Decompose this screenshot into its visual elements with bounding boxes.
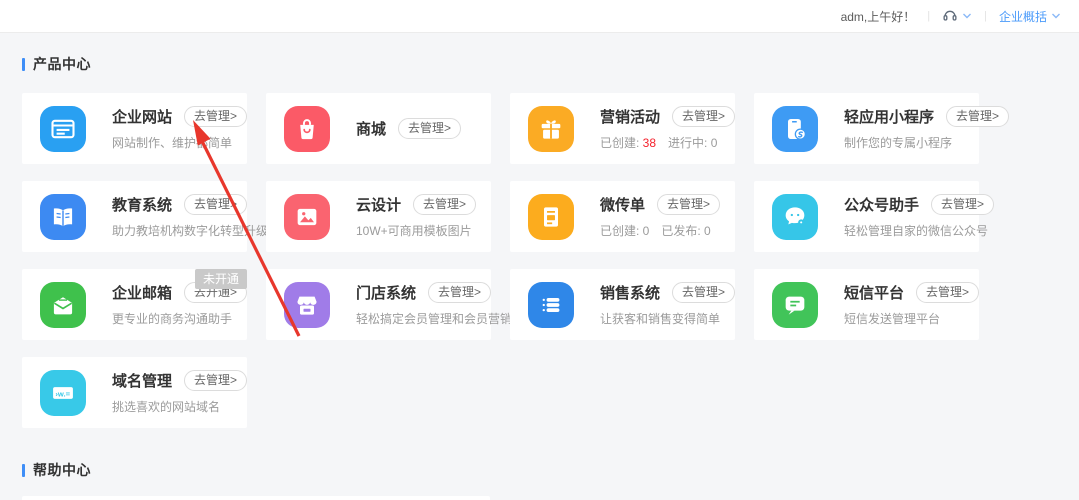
manage-button-miniapp[interactable]: 去管理>	[946, 106, 1009, 127]
product-title: 营销活动	[600, 106, 660, 127]
flyer-icon	[528, 194, 574, 240]
products-section-header: 产品中心	[22, 55, 1057, 73]
product-title: 企业网站	[112, 106, 172, 127]
product-title: 企业邮箱	[112, 282, 172, 303]
list-icon	[528, 282, 574, 328]
product-card-mail[interactable]: 企业邮箱去开通>更专业的商务沟通助手未开通	[22, 269, 247, 340]
chevron-down-icon	[1051, 9, 1061, 23]
product-description: 挑选喜欢的网站域名	[112, 398, 247, 415]
products-section-title: 产品中心	[33, 54, 91, 74]
browser-icon	[40, 106, 86, 152]
product-description: 网站制作、维护都简单	[112, 134, 247, 151]
customer-service-menu[interactable]	[942, 7, 972, 26]
product-title: 门店系统	[356, 282, 416, 303]
chevron-down-icon	[962, 9, 972, 23]
shopping-bag-icon	[284, 106, 330, 152]
manage-button-design[interactable]: 去管理>	[413, 194, 476, 215]
product-description: 短信发送管理平台	[844, 310, 979, 327]
manage-button-wechat[interactable]: 去管理>	[931, 194, 994, 215]
product-title: 教育系统	[112, 194, 172, 215]
image-icon	[284, 194, 330, 240]
product-description: 已创建: 38 进行中: 0	[600, 134, 735, 151]
section-accent-bar	[22, 58, 25, 71]
product-title: 短信平台	[844, 282, 904, 303]
product-card-website[interactable]: 企业网站去管理> 网站制作、维护都简单	[22, 93, 247, 164]
help-section-header: 帮助中心	[22, 461, 1057, 479]
main-content: 产品中心 企业网站去管理>网站制作、维护都简单商城去管理>营销活动去管理>已创建…	[0, 55, 1079, 500]
envelope-icon	[40, 282, 86, 328]
product-card-store[interactable]: 门店系统去管理> 轻松搞定会员管理和会员营销	[266, 269, 491, 340]
product-title: 云设计	[356, 194, 401, 215]
product-title: 微传单	[600, 194, 645, 215]
message-icon	[772, 282, 818, 328]
manage-button-sms[interactable]: 去管理>	[916, 282, 979, 303]
stat-value: 38	[643, 136, 656, 150]
help-section-title: 帮助中心	[33, 460, 91, 480]
product-description: 让获客和销售变得简单	[600, 310, 735, 327]
domain-icon: ›w.=	[40, 370, 86, 416]
manage-button-website[interactable]: 去管理>	[184, 106, 247, 127]
manage-button-marketing[interactable]: 去管理>	[672, 106, 735, 127]
divider: |	[984, 10, 987, 22]
product-description: 10W+可商用模板图片	[356, 222, 476, 239]
account-overview-menu[interactable]: 企业概括	[999, 8, 1061, 25]
manage-button-store[interactable]: 去管理>	[428, 282, 491, 303]
product-card-miniapp[interactable]: 轻应用小程序去管理>制作您的专属小程序	[754, 93, 979, 164]
product-card-domain[interactable]: ›w.= 域名管理去管理> 挑选喜欢的网站域名	[22, 357, 247, 428]
product-description: 制作您的专属小程序	[844, 134, 979, 151]
manage-button-education[interactable]: 去管理>	[184, 194, 247, 215]
product-description: 已创建: 0 已发布: 0	[600, 222, 720, 239]
user-greeting: adm,上午好！	[841, 8, 916, 25]
product-grid: 企业网站去管理>网站制作、维护都简单商城去管理>营销活动去管理>已创建: 38 …	[22, 93, 1057, 428]
product-description: 助力教培机构数字化转型升级	[112, 222, 247, 239]
product-title: 域名管理	[112, 370, 172, 391]
product-card-sales[interactable]: 销售系统去管理> 让获客和销售变得简单	[510, 269, 735, 340]
product-description: 轻松管理自家的微信公众号	[844, 222, 979, 239]
product-card-mall[interactable]: 商城去管理>	[266, 93, 491, 164]
gift-icon	[528, 106, 574, 152]
not-activated-badge: 未开通	[195, 269, 247, 289]
product-title: 商城	[356, 118, 386, 139]
divider: |	[927, 10, 930, 22]
manage-button-domain[interactable]: 去管理>	[184, 370, 247, 391]
product-title: 轻应用小程序	[844, 106, 934, 127]
storefront-icon	[284, 282, 330, 328]
product-card-design[interactable]: 云设计去管理> 10W+可商用模板图片	[266, 181, 491, 252]
manage-button-flyer[interactable]: 去管理>	[657, 194, 720, 215]
product-title: 销售系统	[600, 282, 660, 303]
product-description: 更专业的商务沟通助手	[112, 310, 247, 327]
product-card-education[interactable]: 教育系统去管理> 助力教培机构数字化转型升级	[22, 181, 247, 252]
manage-button-sales[interactable]: 去管理>	[672, 282, 735, 303]
account-overview-label: 企业概括	[999, 8, 1047, 25]
open-book-icon	[40, 194, 86, 240]
topbar: adm,上午好！ | | 企业概括	[0, 0, 1079, 33]
product-card-flyer[interactable]: 微传单去管理> 已创建: 0 已发布: 0	[510, 181, 735, 252]
product-card-marketing[interactable]: 营销活动去管理> 已创建: 38 进行中: 0	[510, 93, 735, 164]
product-card-wechat[interactable]: 公众号助手去管理>轻松管理自家的微信公众号	[754, 181, 979, 252]
product-title: 公众号助手	[844, 194, 919, 215]
product-card-sms[interactable]: 短信平台去管理> 短信发送管理平台	[754, 269, 979, 340]
product-description: 轻松搞定会员管理和会员营销	[356, 310, 491, 327]
manage-button-mall[interactable]: 去管理>	[398, 118, 461, 139]
svg-text:›w.=: ›w.=	[55, 389, 70, 398]
help-card	[22, 496, 490, 500]
chat-gear-icon	[772, 194, 818, 240]
mini-program-icon	[772, 106, 818, 152]
section-accent-bar	[22, 464, 25, 477]
headset-icon	[942, 7, 958, 26]
